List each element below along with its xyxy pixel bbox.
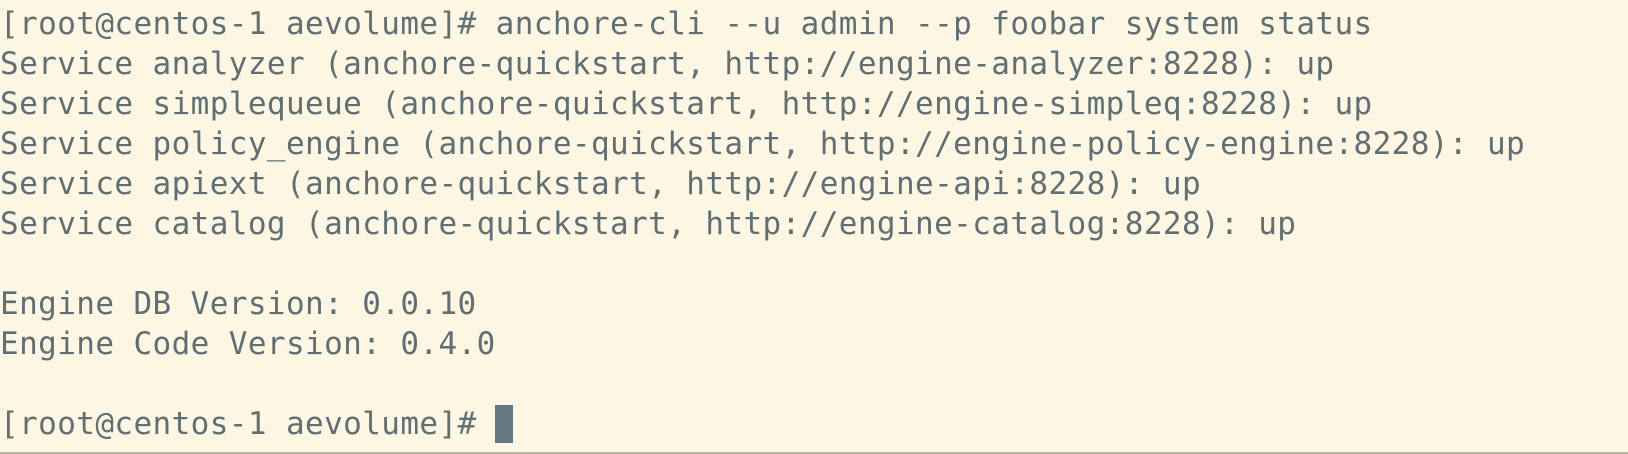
engine-db-version: Engine DB Version: 0.0.10 bbox=[0, 286, 477, 322]
terminal-window[interactable]: [root@centos-1 aevolume]# anchore-cli --… bbox=[0, 0, 1628, 454]
service-status-line: Service catalog (anchore-quickstart, htt… bbox=[0, 206, 1297, 242]
service-status-line: Service policy_engine (anchore-quickstar… bbox=[0, 126, 1526, 162]
prompt-line[interactable]: [root@centos-1 aevolume]# bbox=[0, 404, 1628, 444]
service-status-line: Service simplequeue (anchore-quickstart,… bbox=[0, 86, 1373, 122]
shell-prompt: [root@centos-1 aevolume]# bbox=[0, 406, 477, 442]
command-line: [root@centos-1 aevolume]# anchore-cli --… bbox=[0, 6, 1373, 42]
text-cursor bbox=[494, 405, 513, 443]
service-status-line: Service apiext (anchore-quickstart, http… bbox=[0, 166, 1202, 202]
engine-code-version: Engine Code Version: 0.4.0 bbox=[0, 326, 496, 362]
service-status-line: Service analyzer (anchore-quickstart, ht… bbox=[0, 46, 1335, 82]
